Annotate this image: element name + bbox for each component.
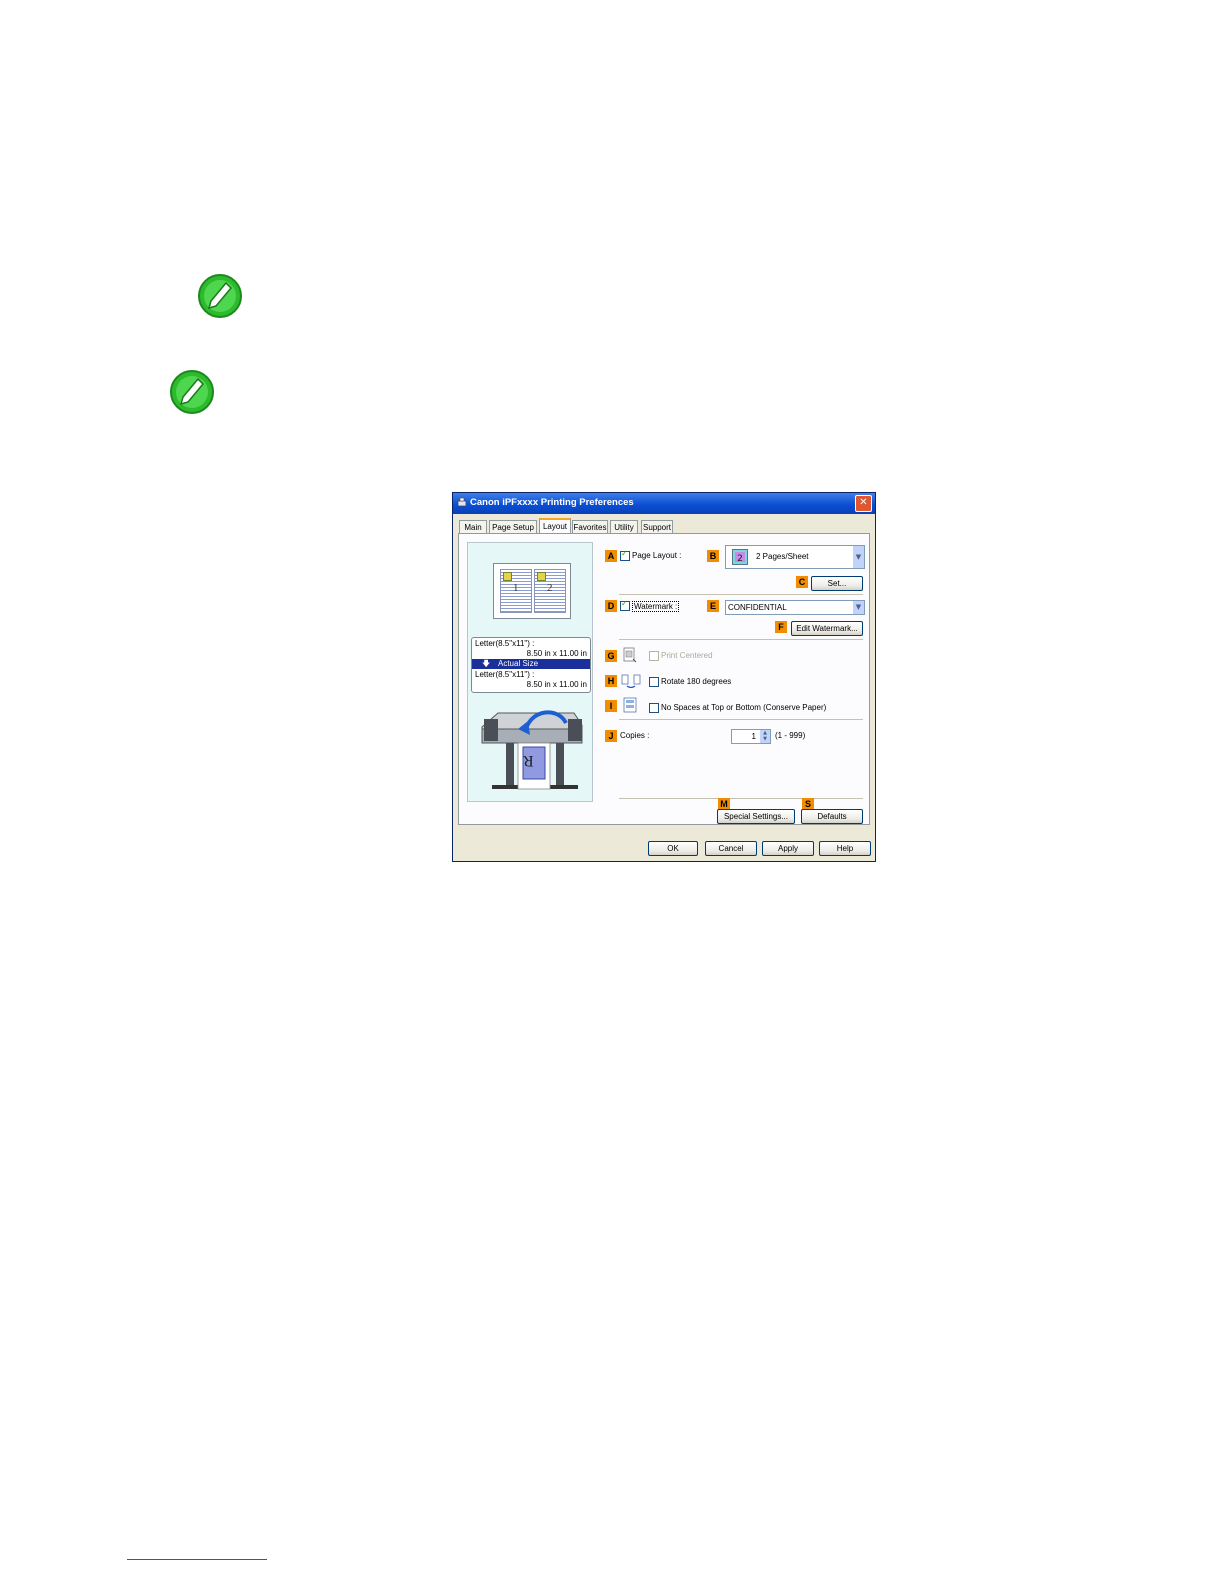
actual-size-label: Actual Size xyxy=(498,659,539,668)
copies-label: Copies : xyxy=(620,731,650,740)
paper-size-box: Letter(8.5"x11") : 8.50 in x 11.00 in 🡇 … xyxy=(471,637,591,693)
callout-e: E xyxy=(707,600,719,612)
conserve-paper-icon xyxy=(623,697,637,713)
printer-illustration xyxy=(481,710,583,790)
pages-per-sheet-icon: 2 xyxy=(732,549,748,565)
chevron-down-icon[interactable]: ▼ xyxy=(853,601,864,614)
callout-g: G xyxy=(605,650,617,662)
rotate-icon xyxy=(621,674,641,688)
page-layout-checkbox[interactable] xyxy=(620,549,630,561)
printed-letter: R xyxy=(523,752,534,769)
watermark-label: Watermark : xyxy=(632,601,680,612)
page-layout-value: 2 Pages/Sheet xyxy=(756,552,809,561)
cancel-button[interactable]: Cancel xyxy=(705,841,757,856)
callout-h: H xyxy=(605,675,617,687)
tab-main[interactable]: Main xyxy=(459,520,487,533)
copies-range: (1 - 999) xyxy=(775,731,806,740)
watermark-value: CONFIDENTIAL xyxy=(728,603,787,612)
defaults-button[interactable]: Defaults xyxy=(801,809,863,824)
note-pencil-icon xyxy=(170,370,214,414)
output-size-label: Letter(8.5"x11") : xyxy=(475,670,535,679)
callout-i: I xyxy=(605,700,617,712)
two-pages-sheet-preview: 1 2 xyxy=(493,563,571,619)
callout-f: F xyxy=(775,621,787,633)
footer-link-underline[interactable] xyxy=(127,1559,267,1560)
tab-page-setup[interactable]: Page Setup xyxy=(489,520,537,533)
input-size-dims: 8.50 in x 11.00 in xyxy=(526,649,587,658)
callout-d: D xyxy=(605,600,617,612)
separator xyxy=(619,719,863,720)
print-centered-label: Print Centered xyxy=(661,651,713,660)
set-button[interactable]: Set... xyxy=(811,576,863,591)
tab-favorites[interactable]: Favorites xyxy=(572,520,608,533)
copies-value: 1 xyxy=(751,732,756,741)
help-button[interactable]: Help xyxy=(819,841,871,856)
dialog-title: Canon iPFxxxx Printing Preferences xyxy=(470,497,634,508)
title-bar[interactable]: Canon iPFxxxx Printing Preferences ✕ xyxy=(453,493,875,514)
watermark-select[interactable]: CONFIDENTIAL ▼ xyxy=(725,600,865,615)
callout-a: A xyxy=(605,550,617,562)
tab-utility[interactable]: Utility xyxy=(610,520,638,533)
input-size-label: Letter(8.5"x11") : xyxy=(475,639,535,648)
tab-support[interactable]: Support xyxy=(641,520,673,533)
separator xyxy=(619,639,863,640)
chevron-down-icon[interactable]: ▼ xyxy=(853,546,864,568)
rotate-label: Rotate 180 degrees xyxy=(661,677,732,686)
callout-j: J xyxy=(605,730,617,742)
ok-button[interactable]: OK xyxy=(648,841,698,856)
print-centered-checkbox[interactable] xyxy=(649,651,659,661)
note-pencil-icon xyxy=(198,274,242,318)
separator xyxy=(619,594,863,595)
tab-layout[interactable]: Layout xyxy=(539,518,571,534)
callout-c: C xyxy=(796,576,808,588)
no-spaces-label: No Spaces at Top or Bottom (Conserve Pap… xyxy=(661,703,827,712)
separator xyxy=(619,798,863,799)
page-layout-label: Page Layout : xyxy=(632,551,682,560)
no-spaces-checkbox[interactable] xyxy=(649,703,659,713)
preview-area: 1 2 Letter(8.5"x11") : 8.50 in x 11.00 i… xyxy=(467,542,593,802)
printing-preferences-dialog: Canon iPFxxxx Printing Preferences ✕ Mai… xyxy=(452,492,876,862)
actual-size-bar: 🡇 Actual Size xyxy=(472,659,590,669)
rotate-checkbox[interactable] xyxy=(649,677,659,687)
page-layout-select[interactable]: 2 2 Pages/Sheet ▼ xyxy=(725,545,865,569)
apply-button[interactable]: Apply xyxy=(762,841,814,856)
edit-watermark-button[interactable]: Edit Watermark... xyxy=(791,621,863,636)
printer-app-icon xyxy=(457,497,467,507)
spin-arrows-icon[interactable]: ▲ ▼ xyxy=(760,730,770,743)
svg-text:2: 2 xyxy=(737,554,743,564)
callout-b: B xyxy=(707,550,719,562)
copies-stepper[interactable]: 1 ▲ ▼ xyxy=(731,729,771,744)
special-settings-button[interactable]: Special Settings... xyxy=(717,809,795,824)
close-button[interactable]: ✕ xyxy=(855,495,872,512)
layout-panel: 1 2 Letter(8.5"x11") : 8.50 in x 11.00 i… xyxy=(458,533,870,825)
watermark-checkbox[interactable] xyxy=(620,599,630,611)
print-centered-icon xyxy=(623,647,637,663)
down-arrow-icon: 🡇 xyxy=(482,659,491,668)
output-size-dims: 8.50 in x 11.00 in xyxy=(526,680,587,689)
